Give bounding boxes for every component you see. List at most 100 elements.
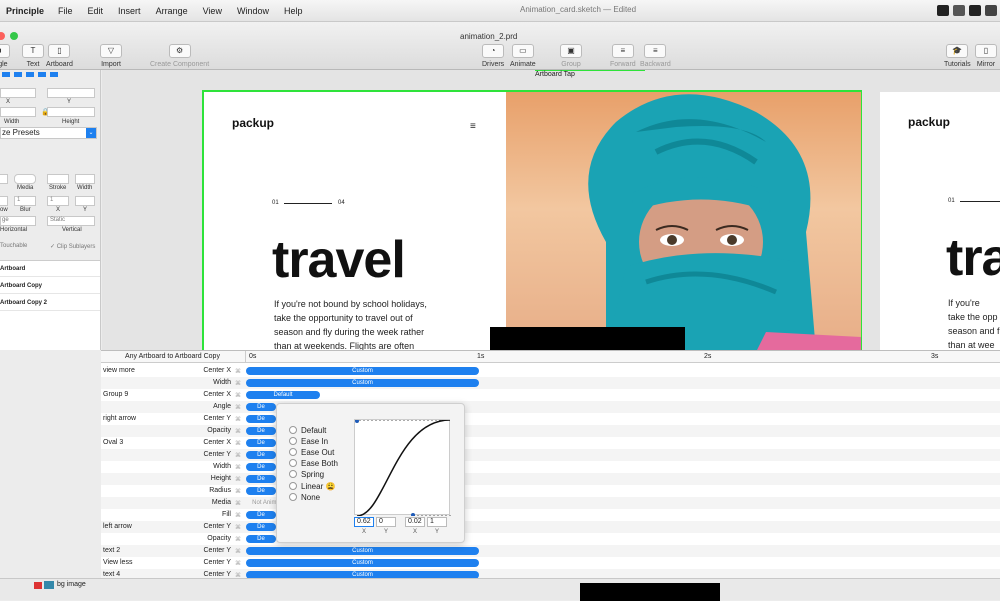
artboard-tool[interactable]: ▯ Artboard <box>46 44 73 68</box>
timeline-row[interactable]: Radius ⌘ De <box>101 485 1000 497</box>
animation-curve-bar[interactable]: De <box>246 463 276 471</box>
stroke-swatch[interactable] <box>47 174 69 184</box>
timeline-row[interactable]: Opacity ⌘ De <box>101 425 1000 437</box>
size-presets-select[interactable]: ze Presets ⌄ <box>0 127 97 139</box>
align-middle-icon[interactable] <box>50 72 58 77</box>
align-left-icon[interactable] <box>2 72 10 77</box>
animation-curve-bar[interactable]: De <box>246 451 276 459</box>
tray-icon-4[interactable] <box>985 5 997 16</box>
create-component-button[interactable]: ⚙ Create Component <box>150 44 209 68</box>
menu-help[interactable]: Help <box>284 6 303 16</box>
timeline-row[interactable]: Width ⌘ De <box>101 461 1000 473</box>
mirror-button[interactable]: ▯ Mirror <box>975 44 997 68</box>
y-field[interactable] <box>47 88 95 98</box>
horizontal-scroll-select[interactable]: ge <box>0 216 36 226</box>
keyframe-icon[interactable]: ⌘ <box>235 560 241 567</box>
animation-curve-bar[interactable]: Custom <box>246 367 479 375</box>
shadow-x-field[interactable]: 1 <box>47 196 69 206</box>
control-point-1-y[interactable]: 0 <box>376 517 396 527</box>
rectangle-tool[interactable]: ■angle <box>0 44 10 68</box>
keyframe-icon[interactable]: ⌘ <box>235 464 241 471</box>
timeline-row[interactable]: Group 9 Center X ⌘ Default <box>101 389 1000 401</box>
keyframe-icon[interactable]: ⌘ <box>235 500 241 507</box>
menu-file[interactable]: File <box>58 6 73 16</box>
curve-option-spring[interactable]: Spring <box>289 470 324 479</box>
keyframe-icon[interactable]: ⌘ <box>235 548 241 555</box>
tray-icon-3[interactable] <box>969 5 981 16</box>
keyframe-icon[interactable]: ⌘ <box>235 452 241 459</box>
keyframe-icon[interactable]: ⌘ <box>235 428 241 435</box>
animation-curve-bar[interactable]: Custom <box>246 547 479 555</box>
timeline-row[interactable]: Opacity ⌘ De <box>101 533 1000 545</box>
control-point-2-x[interactable]: 0.02 <box>405 517 425 527</box>
disclosure-icon[interactable] <box>34 582 42 589</box>
backward-button[interactable]: ≡ Backward <box>640 44 671 68</box>
clip-sublayers-checkbox[interactable]: ✓ Clip Sublayers <box>50 243 95 250</box>
keyframe-icon[interactable]: ⌘ <box>235 404 241 411</box>
layer-name[interactable]: bg image <box>57 581 86 588</box>
keyframe-icon[interactable]: ⌘ <box>235 380 241 387</box>
bezier-curve-editor[interactable] <box>354 419 451 517</box>
keyframe-icon[interactable]: ⌘ <box>235 488 241 495</box>
menu-view[interactable]: View <box>203 6 222 16</box>
control-point-2-y[interactable]: 1 <box>427 517 447 527</box>
curve-option-ease-in[interactable]: Ease In <box>289 437 328 446</box>
align-center-icon[interactable] <box>14 72 22 77</box>
height-field[interactable] <box>47 107 95 117</box>
align-top-icon[interactable] <box>38 72 46 77</box>
timeline-row[interactable]: view more Center X ⌘ Custom <box>101 365 1000 377</box>
timeline-row[interactable]: left arrow Center Y ⌘ De <box>101 521 1000 533</box>
tray-icon-1[interactable] <box>937 5 949 16</box>
animation-curve-bar[interactable]: De <box>246 403 276 411</box>
drivers-button[interactable]: ◔ Drivers <box>482 44 504 68</box>
curve-option-ease-out[interactable]: Ease Out <box>289 448 334 457</box>
keyframe-icon[interactable]: ⌘ <box>235 476 241 483</box>
animation-curve-bar[interactable]: Custom <box>246 379 479 387</box>
menu-icon[interactable]: ≡ <box>470 121 476 132</box>
layer-item[interactable]: Artboard Copy <box>0 278 100 294</box>
shadow-y-field[interactable] <box>75 196 95 206</box>
curve-option-ease-both[interactable]: Ease Both <box>289 459 338 468</box>
keyframe-icon[interactable]: ⌘ <box>235 440 241 447</box>
animation-curve-bar[interactable]: De <box>246 523 276 531</box>
animation-curve-bar[interactable]: Custom <box>246 559 479 567</box>
timeline-row[interactable]: Angle ⌘ De <box>101 401 1000 413</box>
app-menu[interactable]: Principle <box>6 6 44 16</box>
keyframe-icon[interactable]: ⌘ <box>235 512 241 519</box>
keyframe-icon[interactable]: ⌘ <box>235 536 241 543</box>
animation-curve-bar[interactable]: De <box>246 475 276 483</box>
keyframe-icon[interactable]: ⌘ <box>235 368 241 375</box>
layer-item[interactable]: Artboard Copy 2 <box>0 295 100 311</box>
control-point-1-x[interactable]: 0.62 <box>354 517 374 527</box>
zoom-window-button[interactable] <box>10 32 18 40</box>
keyframe-icon[interactable]: ⌘ <box>235 416 241 423</box>
timeline-row[interactable]: Width ⌘ Custom <box>101 377 1000 389</box>
timeline-row[interactable]: text 2 Center Y ⌘ Custom <box>101 545 1000 557</box>
timeline-row[interactable]: Height ⌘ De <box>101 473 1000 485</box>
group-button[interactable]: ▣ Group <box>560 44 582 68</box>
artboard-copy[interactable]: packup 01 tra If you're take the opp sea… <box>880 92 1000 354</box>
timeline-row[interactable]: Fill ⌘ De <box>101 509 1000 521</box>
keyframe-icon[interactable]: ⌘ <box>235 392 241 399</box>
timeline-row[interactable]: right arrow Center Y ⌘ De <box>101 413 1000 425</box>
animation-curve-bar[interactable]: Default <box>246 391 320 399</box>
x-field[interactable] <box>0 88 36 98</box>
animation-curve-bar[interactable]: De <box>246 487 276 495</box>
timeline-row[interactable]: View less Center Y ⌘ Custom <box>101 557 1000 569</box>
menu-arrange[interactable]: Arrange <box>156 6 188 16</box>
animation-curve-bar[interactable]: De <box>246 439 276 447</box>
media-swatch[interactable] <box>14 174 36 184</box>
fill-swatch[interactable] <box>0 174 8 184</box>
curve-option-none[interactable]: None <box>289 493 320 502</box>
menu-insert[interactable]: Insert <box>118 6 141 16</box>
stroke-width-field[interactable] <box>75 174 95 184</box>
curve-option-linear[interactable]: Linear 😩 <box>289 482 335 491</box>
tray-icon-2[interactable] <box>953 5 965 16</box>
import-button[interactable]: ▽ Import <box>100 44 122 68</box>
animation-curve-bar[interactable]: De <box>246 535 276 543</box>
animate-button[interactable]: ▭ Animate <box>510 44 536 68</box>
shadow-swatch[interactable] <box>0 196 8 206</box>
timeline-row[interactable]: Center Y ⌘ De <box>101 449 1000 461</box>
animation-curve-bar[interactable]: De <box>246 415 276 423</box>
width-field[interactable] <box>0 107 36 117</box>
